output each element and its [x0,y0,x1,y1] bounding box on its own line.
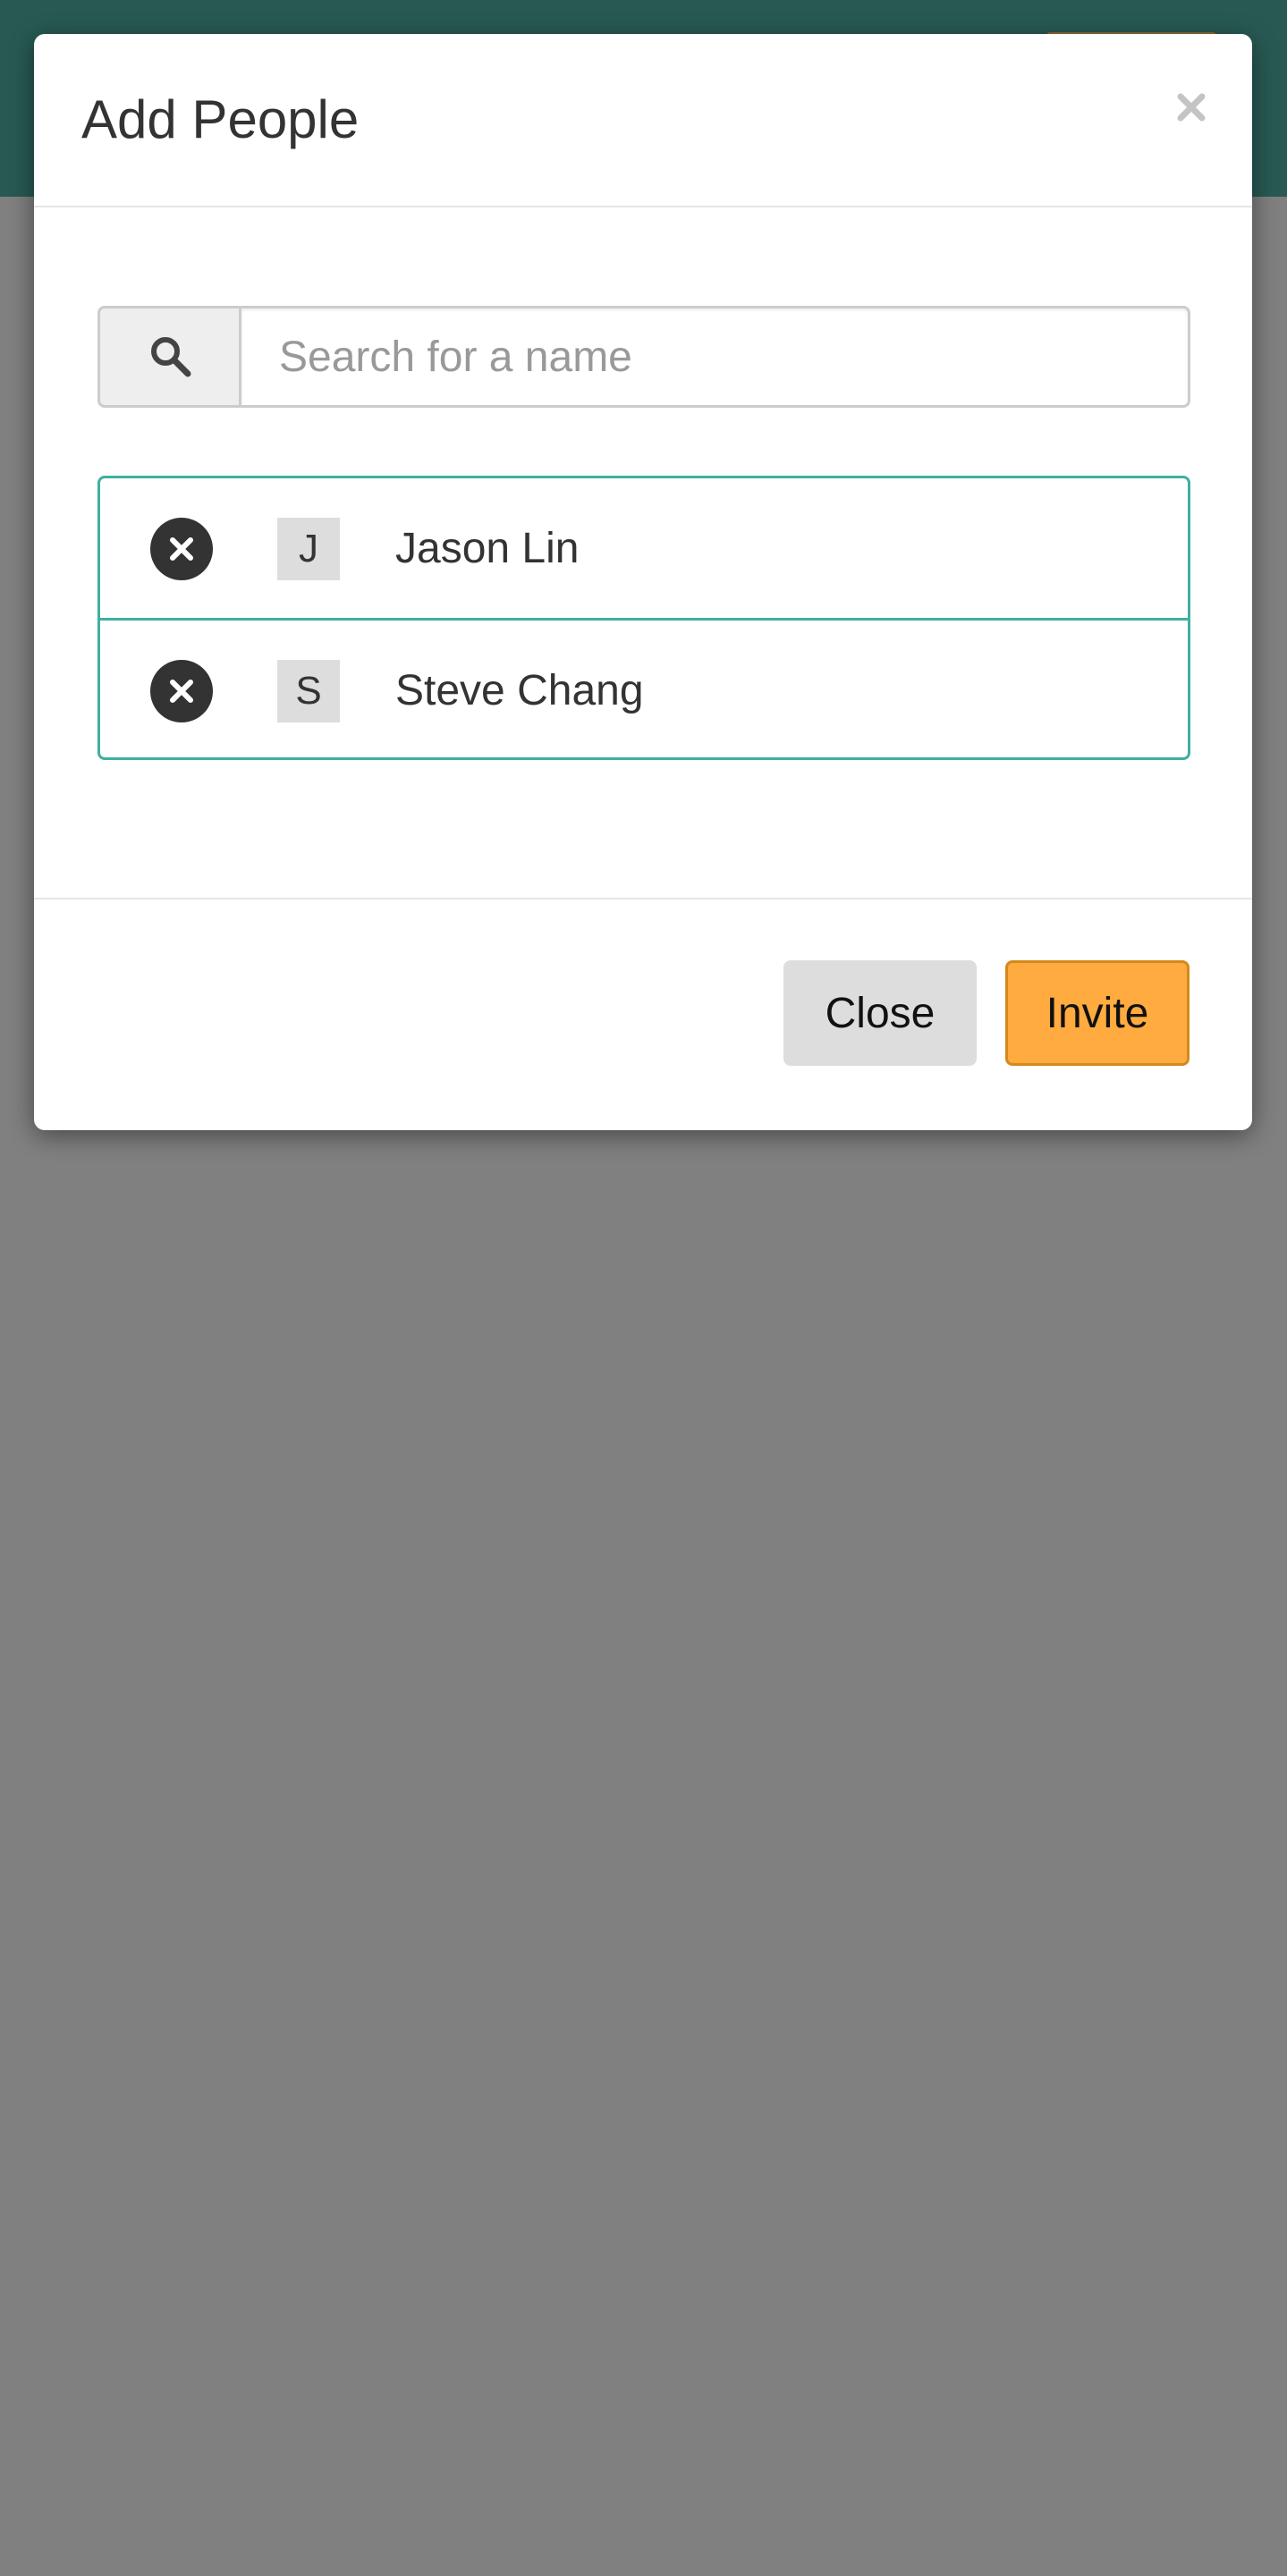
selected-people-list: J Jason Lin S Steve Chang [97,476,1190,760]
close-button[interactable]: Close [783,960,977,1066]
person-name: Steve Chang [395,667,644,714]
search-input[interactable] [239,306,1190,408]
avatar: J [277,518,340,580]
remove-circle-icon[interactable] [150,660,213,722]
close-icon[interactable] [1164,80,1218,134]
add-people-modal: Add People J Jason Lin [34,34,1252,1130]
search-icon [97,306,241,408]
list-item: S Steve Chang [100,618,1188,757]
modal-footer: Close Invite [34,898,1252,1130]
avatar: S [277,660,340,722]
list-item: J Jason Lin [100,478,1188,618]
remove-circle-icon[interactable] [150,518,213,580]
person-name: Jason Lin [395,525,580,572]
modal-body: J Jason Lin S Steve Chang [34,207,1252,933]
modal-title: Add People [81,89,360,149]
invite-button[interactable]: Invite [1005,960,1190,1066]
modal-header: Add People [34,34,1252,207]
